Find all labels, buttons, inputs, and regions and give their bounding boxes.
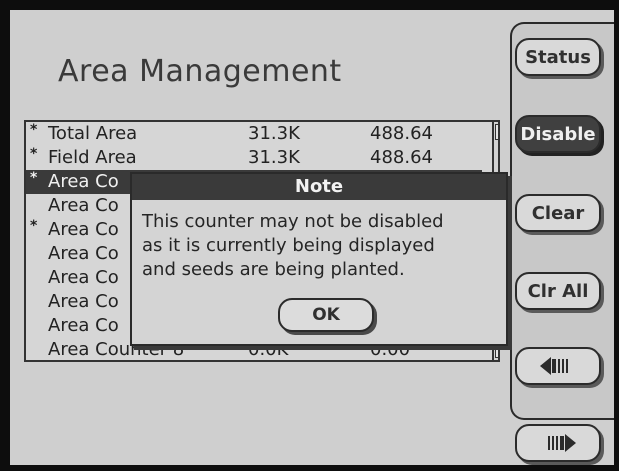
clear-button[interactable]: Clear [515, 194, 601, 232]
counter-name: Area Co [48, 195, 119, 216]
counter-name: Area Co [48, 291, 119, 312]
dialog-message-line: and seeds are being planted. [142, 259, 405, 280]
status-button[interactable]: Status [515, 38, 601, 76]
ok-button[interactable]: OK [278, 298, 374, 332]
dialog-message: This counter may not be disabled as it i… [142, 210, 502, 282]
disable-button[interactable]: Disable [515, 115, 601, 153]
counter-name: Area Co [48, 219, 119, 240]
dialog-message-line: as it is currently being displayed [142, 235, 435, 256]
counter-name: Total Area [48, 123, 138, 144]
note-dialog: Note This counter may not be disabled as… [130, 172, 508, 346]
list-item[interactable]: * Field Area 31.3K 488.64 [26, 146, 482, 170]
dialog-title: Note [132, 174, 506, 200]
enabled-marker: * [30, 122, 38, 138]
next-page-button[interactable] [515, 424, 601, 462]
counter-name: Area Co [48, 267, 119, 288]
list-item[interactable]: * Total Area 31.3K 488.64 [26, 122, 482, 146]
screen: Area Management Status Disable Clear Clr… [10, 10, 614, 465]
enabled-marker: * [30, 218, 38, 234]
counter-name: Field Area [48, 147, 137, 168]
counter-name: Area Co [48, 243, 119, 264]
page-title: Area Management [58, 54, 342, 89]
clear-all-button[interactable]: Clr All [515, 272, 601, 310]
arrow-right-icon [538, 433, 578, 453]
counter-value: 31.3K [248, 147, 300, 168]
arrow-left-icon [538, 356, 578, 376]
enabled-marker: * [30, 146, 38, 162]
counter-value: 31.3K [248, 123, 300, 144]
scroll-up-icon[interactable]: ▲ [495, 124, 498, 140]
counter-name: Area Co [48, 315, 119, 336]
previous-page-button[interactable] [515, 347, 601, 385]
dialog-message-line: This counter may not be disabled [142, 211, 444, 232]
enabled-marker: * [30, 170, 38, 186]
counter-name: Area Co [48, 171, 119, 192]
counter-area: 488.64 [370, 123, 433, 144]
counter-area: 488.64 [370, 147, 433, 168]
